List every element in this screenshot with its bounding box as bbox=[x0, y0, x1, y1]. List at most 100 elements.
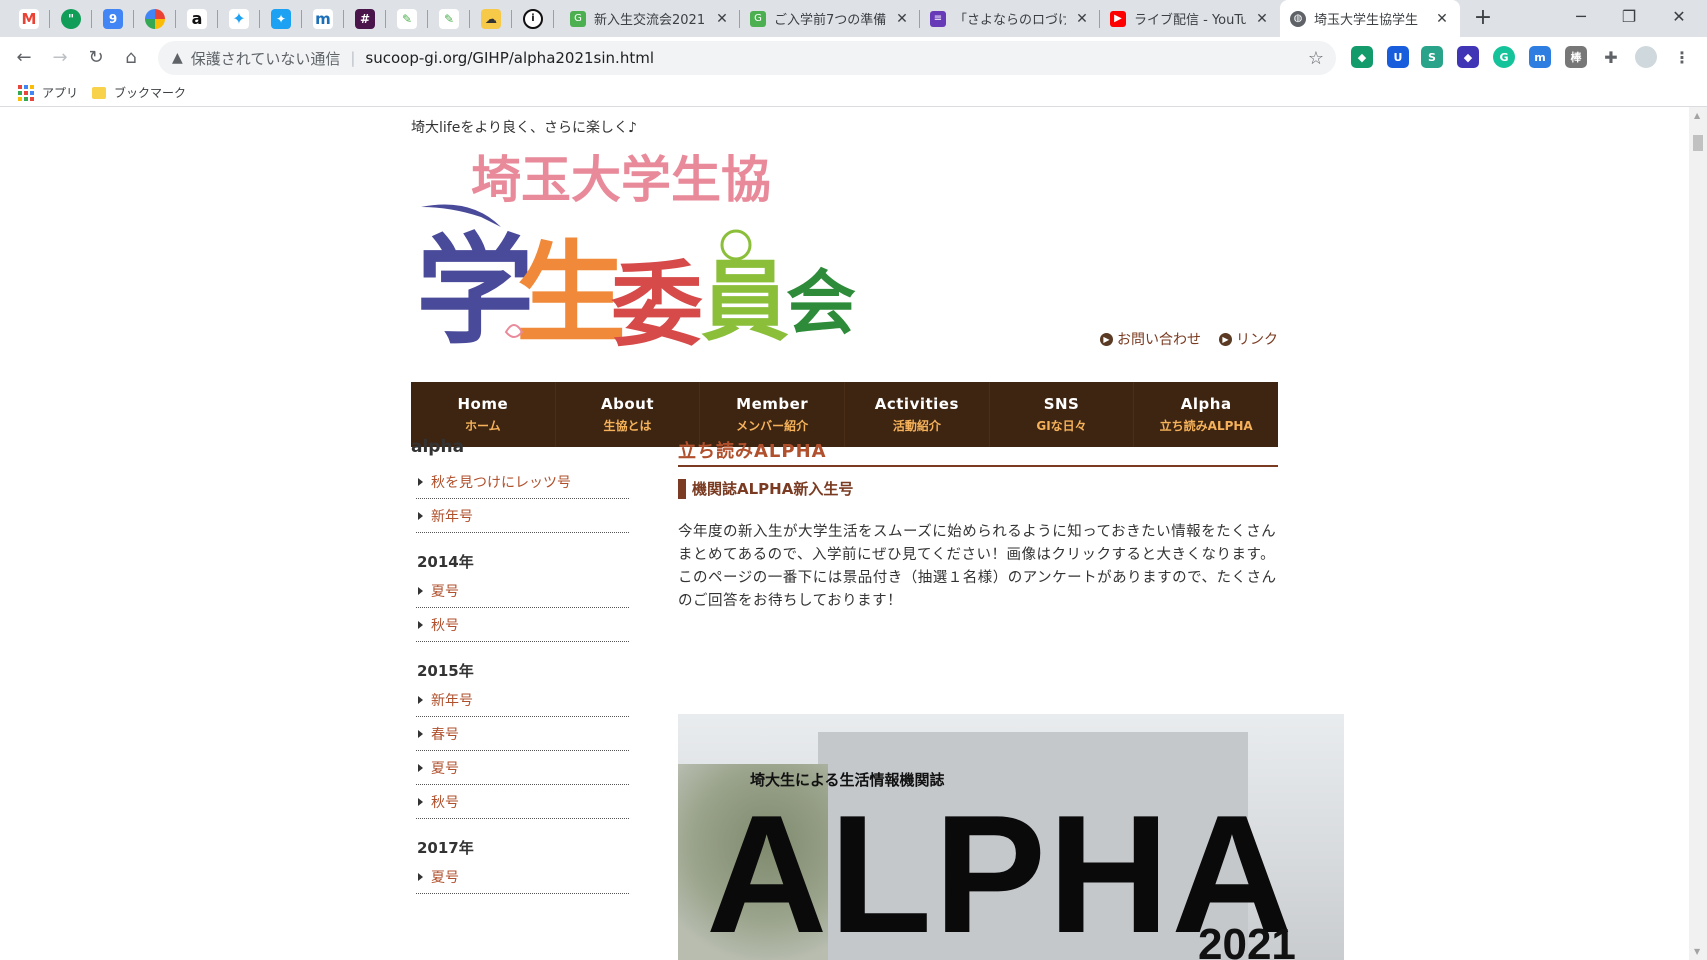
menu-kebab-icon[interactable]: ⋮ bbox=[1671, 46, 1693, 68]
bookmarks-folder-label: ブックマーク bbox=[114, 86, 187, 100]
apps-shortcut[interactable]: アプリ bbox=[18, 84, 78, 101]
logo-bottom-text-3: 委 bbox=[611, 252, 703, 347]
pinned-tab-twitter[interactable]: ✦ bbox=[218, 0, 260, 37]
alpha-cover-image[interactable]: 埼大生による生活情報機関誌 ALPHA 2021 bbox=[678, 714, 1344, 960]
tab-3[interactable]: ▶ ライブ配信 - YouTube ✕ bbox=[1100, 0, 1280, 37]
pinned-tab-gmail[interactable]: M bbox=[8, 0, 50, 37]
scroll-up-icon[interactable]: ▲ bbox=[1694, 111, 1700, 120]
url-text[interactable]: sucoop-gi.org/GIHP/alpha2021sin.html bbox=[365, 49, 654, 67]
pinned-tab-twitter-2[interactable]: ✦ bbox=[260, 0, 302, 37]
close-window-button[interactable]: ✕ bbox=[1655, 0, 1703, 37]
pinned-tab-amazon[interactable]: a bbox=[176, 0, 218, 37]
sidebar-item[interactable]: 春号 bbox=[416, 717, 629, 751]
manaba-icon: m bbox=[313, 8, 333, 29]
section-subheading: 機関誌ALPHA新入生号 bbox=[678, 479, 1278, 499]
site-favicon-icon: G bbox=[570, 10, 586, 27]
site-logo[interactable]: 埼玉大学生協 学 生 委 員 会 bbox=[411, 137, 871, 347]
pinned-tab-photos[interactable] bbox=[134, 0, 176, 37]
pinned-tab-manaba[interactable]: m bbox=[302, 0, 344, 37]
sidebar-item[interactable]: 秋号 bbox=[416, 785, 629, 819]
sidebar-item[interactable]: 夏号 bbox=[416, 860, 629, 894]
sidebar-year: 2017年 bbox=[417, 839, 474, 857]
profile-avatar[interactable] bbox=[1635, 46, 1657, 68]
cover-year: 2021 bbox=[1198, 920, 1296, 960]
close-tab-icon[interactable]: ✕ bbox=[1434, 11, 1450, 27]
bookmarks-folder[interactable]: ブックマーク bbox=[92, 84, 186, 101]
triangle-right-icon bbox=[418, 872, 423, 881]
arrow-circle-icon: ▶ bbox=[1100, 332, 1113, 346]
forms-icon: ≡ bbox=[930, 10, 946, 27]
sidebar-item[interactable]: 新年号 bbox=[416, 499, 629, 533]
site-tagline: 埼大lifeをより良く、さらに楽しく♪ bbox=[411, 120, 637, 136]
bookmark-star-icon[interactable]: ☆ bbox=[1308, 48, 1324, 69]
back-icon[interactable]: ← bbox=[9, 43, 39, 73]
logo-bottom-text-4: 員 bbox=[701, 250, 789, 347]
tab-title: ライブ配信 - YouTube bbox=[1134, 13, 1246, 28]
security-label[interactable]: 保護されていない通信 bbox=[191, 48, 341, 69]
page-viewport: 埼大lifeをより良く、さらに楽しく♪ 埼玉大学生協 学 生 委 員 会 ▶ お問… bbox=[0, 107, 1689, 960]
youtube-icon: ▶ bbox=[1110, 10, 1126, 27]
warning-icon[interactable]: ▲ bbox=[172, 50, 183, 66]
browser-toolbar: ← → ↻ ⌂ ▲ 保護されていない通信 | sucoop-gi.org/GIH… bbox=[0, 37, 1707, 79]
logo-top-text: 埼玉大学生協 bbox=[471, 151, 771, 209]
sidebar-item[interactable]: 秋号 bbox=[416, 608, 629, 642]
triangle-right-icon bbox=[418, 695, 423, 704]
contact-link[interactable]: ▶ お問い合わせ bbox=[1100, 329, 1201, 349]
new-tab-button[interactable]: + bbox=[1470, 6, 1496, 32]
folder-icon bbox=[92, 86, 106, 99]
pinned-tab-app-4[interactable]: i bbox=[512, 0, 554, 37]
tab-1[interactable]: G ご入学前7つの準備 ✕ bbox=[740, 0, 920, 37]
tab-title: ご入学前7つの準備 bbox=[774, 13, 886, 28]
grammarly-icon[interactable]: G bbox=[1493, 46, 1515, 68]
close-tab-icon[interactable]: ✕ bbox=[894, 11, 910, 27]
sidebar-item[interactable]: 夏号 bbox=[416, 751, 629, 785]
cloud-icon: ☁ bbox=[481, 8, 501, 29]
site-favicon-icon: G bbox=[750, 10, 766, 27]
pinned-tab-slack[interactable]: # bbox=[344, 0, 386, 37]
sidebar-year: 2015年 bbox=[417, 662, 474, 680]
sidebar-item[interactable]: 秋を見つけにレッツ号 bbox=[416, 465, 629, 499]
pinned-tab-app-2[interactable]: ✎ bbox=[428, 0, 470, 37]
logo-bottom-text-5: 会 bbox=[786, 262, 856, 344]
maximize-button[interactable]: ❐ bbox=[1605, 0, 1653, 37]
address-bar[interactable]: ▲ 保護されていない通信 | sucoop-gi.org/GIHP/alpha2… bbox=[158, 41, 1336, 75]
links-link[interactable]: ▶ リンク bbox=[1219, 329, 1278, 349]
page-scrollbar[interactable]: ▲ ▼ bbox=[1689, 107, 1707, 960]
extension-s-icon[interactable]: S bbox=[1421, 46, 1443, 68]
intro-paragraph: 今年度の新入生が大学生活をスムーズに始められるように知っておきたい情報をたくさん… bbox=[678, 524, 1277, 609]
close-tab-icon[interactable]: ✕ bbox=[1254, 11, 1270, 27]
home-icon[interactable]: ⌂ bbox=[116, 43, 146, 73]
triangle-right-icon bbox=[418, 477, 423, 486]
shield-extension-icon[interactable]: ◆ bbox=[1351, 46, 1373, 68]
extensions-puzzle-icon[interactable]: ✚ bbox=[1600, 46, 1622, 68]
tab-2[interactable]: ≡ 「さよならのロづけを」 ✕ bbox=[920, 0, 1100, 37]
pinned-tab-app[interactable]: ✎ bbox=[386, 0, 428, 37]
extension-badge-icon[interactable]: ◆ bbox=[1457, 46, 1479, 68]
pinned-tab-hangouts[interactable]: " bbox=[50, 0, 92, 37]
close-tab-icon[interactable]: ✕ bbox=[1074, 11, 1090, 27]
tab-title: 「さよならのロづけを」 bbox=[954, 13, 1066, 28]
sidebar-year: 2014年 bbox=[417, 553, 474, 571]
minimize-button[interactable]: ─ bbox=[1557, 0, 1605, 37]
extension-kanji-icon[interactable]: 棒 bbox=[1565, 46, 1587, 68]
tab-0[interactable]: G 新入生交流会2021 ✕ bbox=[560, 0, 740, 37]
sidebar-item[interactable]: 夏号 bbox=[416, 574, 629, 608]
triangle-right-icon bbox=[418, 620, 423, 629]
reload-icon[interactable]: ↻ bbox=[81, 43, 111, 73]
apps-label: アプリ bbox=[42, 86, 79, 100]
forward-icon[interactable]: → bbox=[45, 43, 75, 73]
apps-grid-icon bbox=[18, 84, 34, 101]
triangle-right-icon bbox=[418, 763, 423, 772]
amazon-icon: a bbox=[187, 8, 207, 29]
bitwarden-icon[interactable]: U bbox=[1387, 46, 1409, 68]
globe-icon: ◍ bbox=[1290, 10, 1306, 27]
scroll-thumb[interactable] bbox=[1693, 135, 1703, 151]
pinned-tab-calendar[interactable]: 9 bbox=[92, 0, 134, 37]
sidebar-item[interactable]: 新年号 bbox=[416, 683, 629, 717]
pinned-tab-app-3[interactable]: ☁ bbox=[470, 0, 512, 37]
close-tab-icon[interactable]: ✕ bbox=[714, 11, 730, 27]
triangle-right-icon bbox=[418, 797, 423, 806]
scroll-down-icon[interactable]: ▼ bbox=[1694, 947, 1700, 956]
meet-off-icon[interactable]: m bbox=[1529, 46, 1551, 68]
tab-4-active[interactable]: ◍ 埼玉大学生協学生 ✕ bbox=[1280, 0, 1460, 37]
